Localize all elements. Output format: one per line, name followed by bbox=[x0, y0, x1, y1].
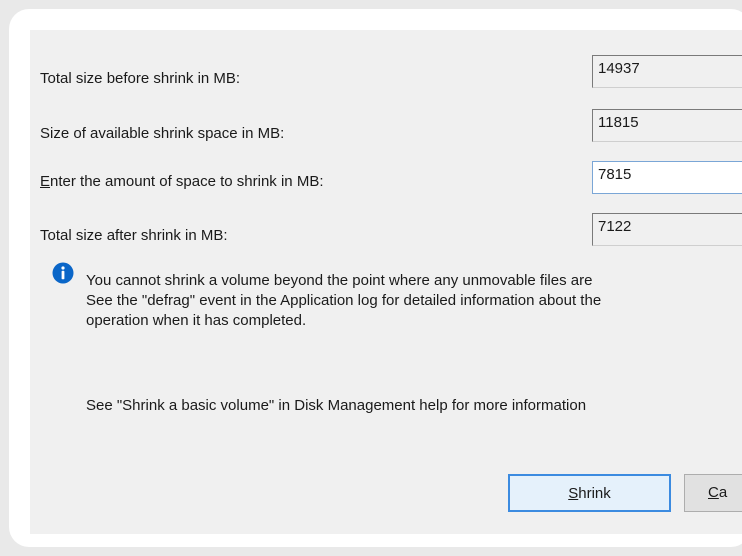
info-line-1: You cannot shrink a volume beyond the po… bbox=[86, 272, 593, 289]
amount-to-shrink-input[interactable] bbox=[598, 166, 742, 183]
shrink-volume-dialog: Total size before shrink in MB: 14937 Si… bbox=[30, 30, 742, 534]
total-size-after-value: 7122 bbox=[598, 218, 632, 235]
info-icon bbox=[52, 262, 74, 284]
total-size-before-field: 14937 bbox=[592, 55, 742, 88]
total-size-before-value: 14937 bbox=[598, 60, 640, 77]
shrink-label: hrink bbox=[578, 485, 611, 502]
info-line-3: operation when it has completed. bbox=[86, 312, 307, 329]
screenshot-card: Total size before shrink in MB: 14937 Si… bbox=[9, 9, 742, 547]
amount-to-shrink-field[interactable] bbox=[592, 161, 742, 194]
available-shrink-space-value: 11815 bbox=[598, 114, 639, 131]
info-message: You cannot shrink a volume beyond the po… bbox=[86, 271, 742, 331]
cancel-button[interactable]: Ca bbox=[684, 474, 742, 512]
total-size-after-field: 7122 bbox=[592, 213, 742, 246]
total-size-after-label: Total size after shrink in MB: bbox=[40, 227, 228, 244]
available-shrink-space-label: Size of available shrink space in MB: bbox=[40, 125, 285, 142]
info-line-2: See the "defrag" event in the Applicatio… bbox=[86, 292, 602, 309]
total-size-before-label: Total size before shrink in MB: bbox=[40, 70, 241, 87]
amount-to-shrink-mnemonic: E bbox=[40, 173, 51, 190]
cancel-mnemonic: C bbox=[708, 484, 719, 501]
amount-to-shrink-label-text: nter the amount of space to shrink in MB… bbox=[50, 173, 324, 190]
help-text: See "Shrink a basic volume" in Disk Mana… bbox=[86, 397, 587, 414]
available-shrink-space-field: 11815 bbox=[592, 109, 742, 142]
cancel-label: a bbox=[718, 484, 728, 501]
shrink-mnemonic: S bbox=[568, 485, 579, 502]
shrink-button[interactable]: Shrink bbox=[508, 474, 671, 512]
amount-to-shrink-label: Enter the amount of space to shrink in M… bbox=[40, 173, 324, 190]
